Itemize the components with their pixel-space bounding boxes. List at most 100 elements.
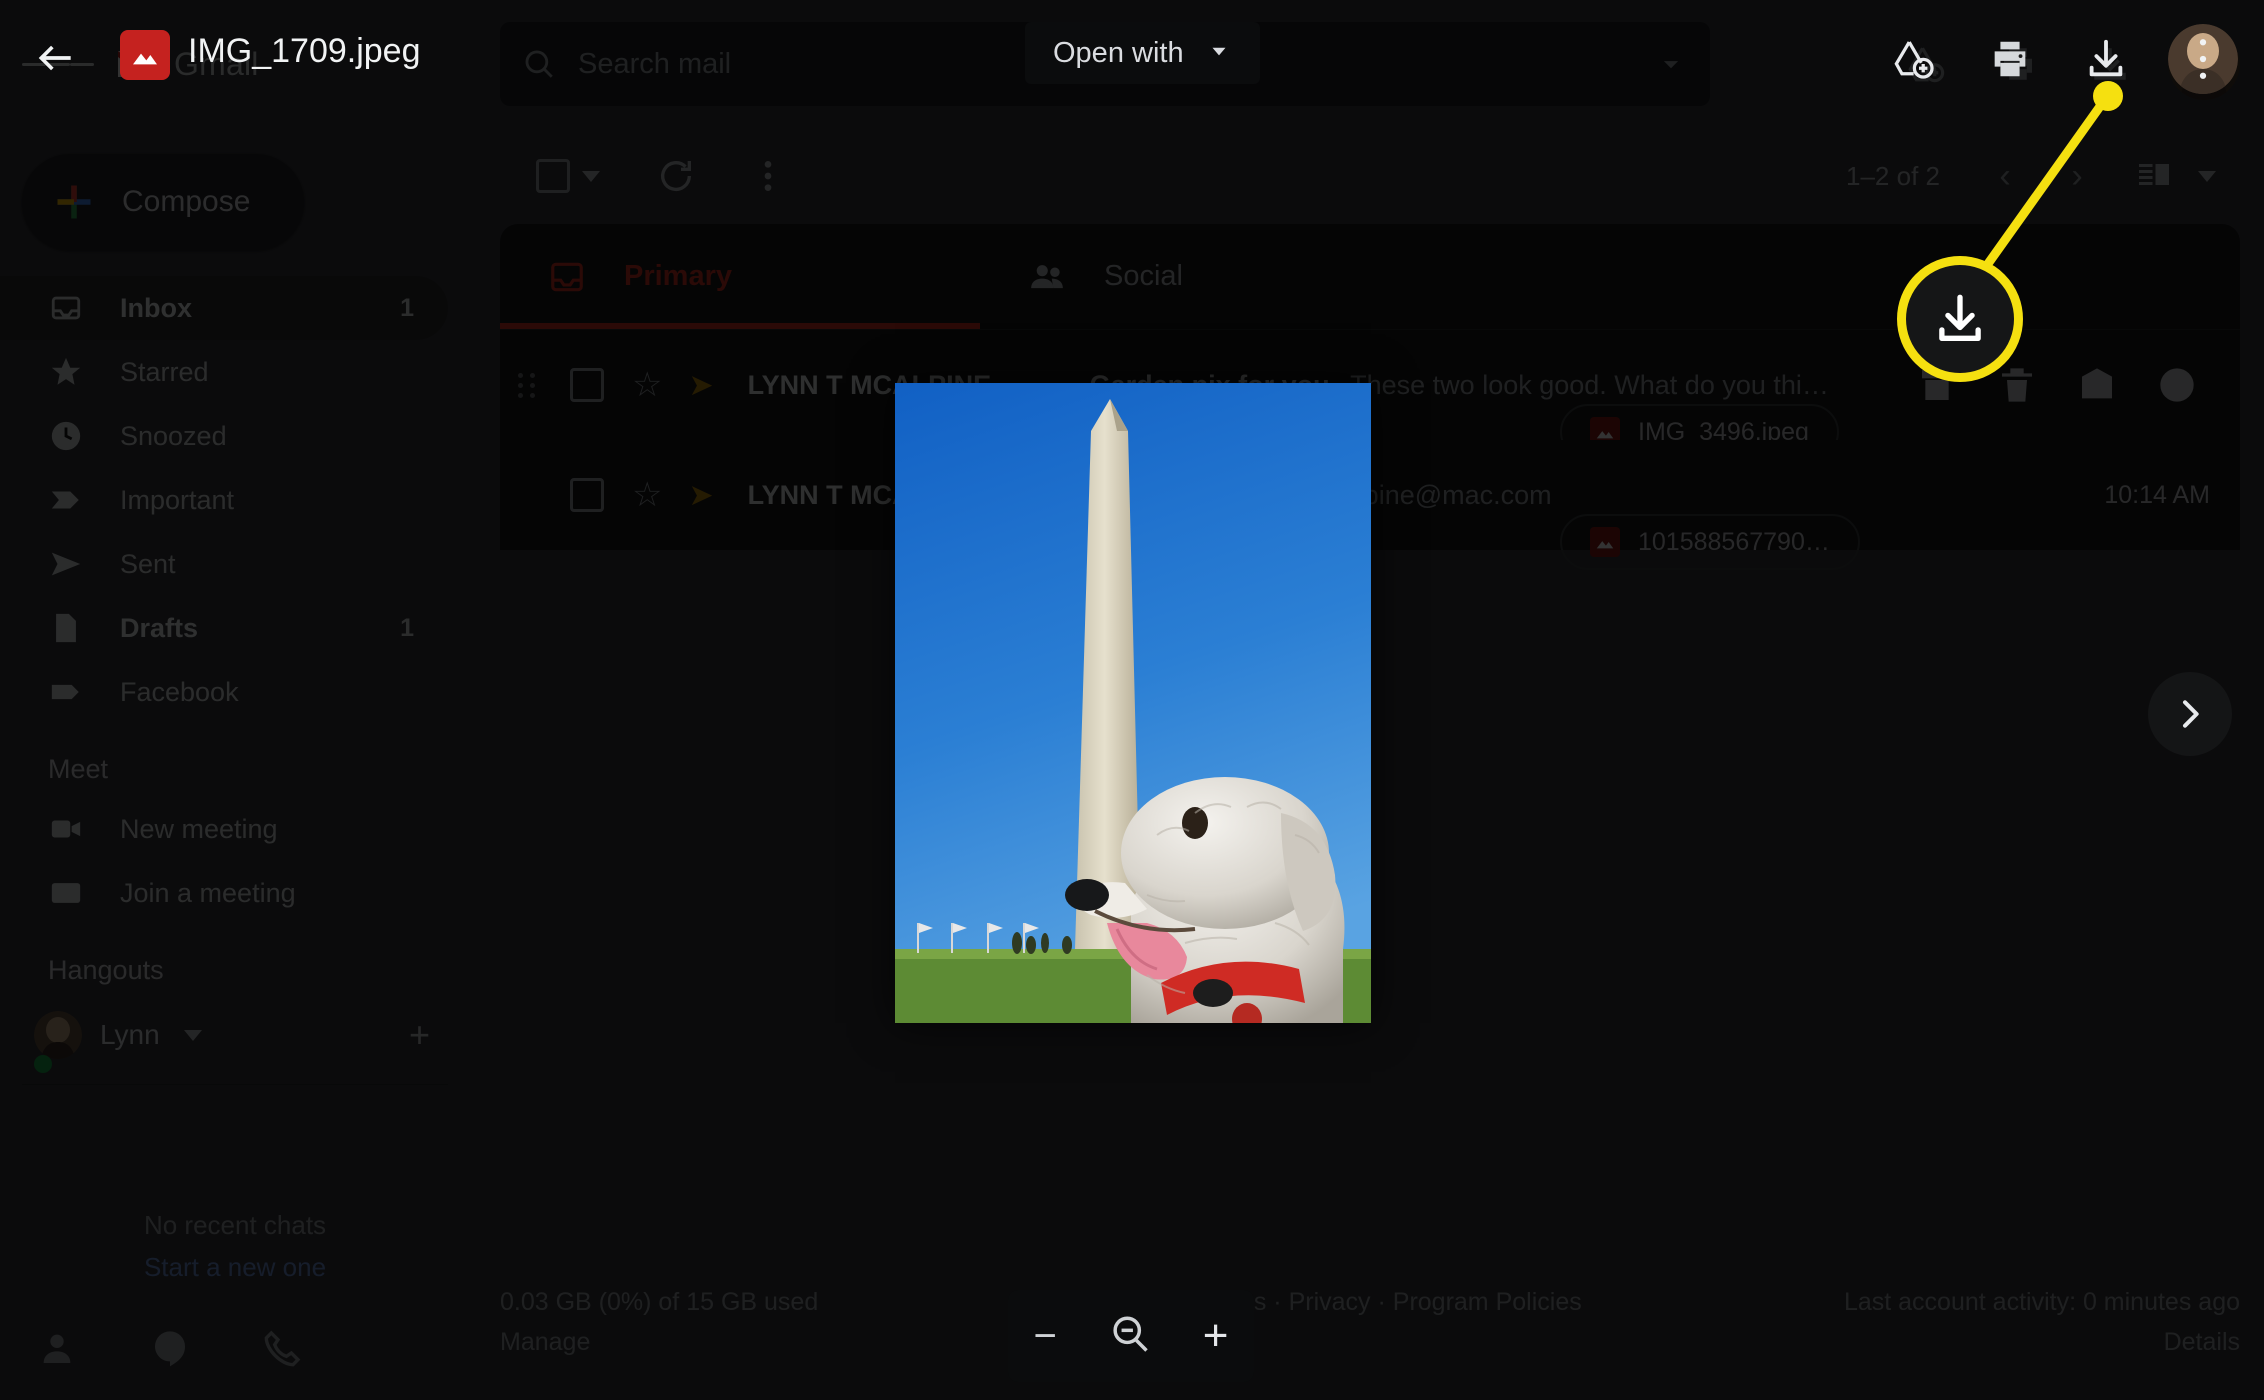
chevron-down-icon[interactable] [582,170,600,182]
video-camera-icon [48,811,84,847]
chevron-right-icon[interactable]: › [2052,157,2102,196]
image-file-icon [1590,527,1620,557]
hangouts-add-button[interactable]: + [409,1014,430,1056]
open-with-button[interactable]: Open with [1025,22,1260,84]
message-subject: pics [1089,479,1144,510]
hangouts-user-name: Lynn [100,1019,160,1050]
gmail-logo-text: Gmail [174,45,259,82]
footer-separator-2: · [1377,1288,1393,1316]
archive-icon[interactable] [1914,362,1960,408]
row-hover-actions [1914,362,2200,408]
manage-storage-link[interactable]: Manage [500,1328,590,1356]
download-icon[interactable] [2072,25,2140,93]
search-options-icon[interactable] [1654,47,1688,81]
footer: 0.03 GB (0%) of 15 GB used Manage Terms … [500,1282,2240,1374]
sidebar-item-count: 1 [400,613,414,642]
chevron-down-icon [1206,38,1232,69]
avatar[interactable] [2168,24,2238,94]
plus-icon [57,185,91,219]
zoom-out-button[interactable]: − [1033,1316,1056,1356]
viewer-actions [1880,12,2238,106]
list-more-options-button[interactable] [736,144,800,208]
sidebar-item-label: Facebook [120,676,239,707]
attachment-chip[interactable]: 101588567790… [1560,514,1860,570]
add-to-drive-icon[interactable] [1880,25,1948,93]
sidebar-item-label: Join a meeting [120,877,296,908]
tab-social[interactable]: Social [980,224,1460,329]
sidebar-item-starred[interactable]: Starred [0,340,448,404]
back-arrow-icon[interactable] [34,36,78,80]
next-attachment-button[interactable] [2148,672,2232,756]
tab-primary[interactable]: Primary [500,224,980,329]
sidebar-item-new-meeting[interactable]: New meeting [0,797,448,861]
sidebar-bottom-icons [0,1310,340,1390]
draft-icon [48,610,84,646]
pagination: 1–2 of 2 ‹ › [1846,157,2216,196]
star-icon[interactable]: ☆ [632,475,662,515]
checkbox-icon[interactable] [536,159,570,193]
next-arrow-icon [2183,700,2199,728]
delete-icon[interactable] [1994,362,2040,408]
row-checkbox[interactable] [570,478,604,512]
sidebar-item-label: Sent [120,548,176,579]
select-all-control[interactable] [536,159,600,193]
label-important-icon[interactable]: ➤ [688,478,713,513]
table-row[interactable]: ☆ ➤ LYNN T MCALPINE Garden pix for you -… [500,330,2240,460]
sidebar-item-label: Drafts [120,612,199,643]
message-snippet: - LYNN lynn_mcalpine@mac.com [1148,479,1552,510]
people-icon [1031,264,1063,288]
sidebar-item-label: Starred [120,356,209,387]
row-checkbox[interactable] [570,368,604,402]
sidebar-item-important[interactable]: Important [0,468,448,532]
sidebar-item-snoozed[interactable]: Snoozed [0,404,448,468]
message-subject-wrap: pics - LYNN lynn_mcalpine@mac.com [1090,480,2020,511]
message-sender: LYNN T MCALPINE [747,369,992,400]
refresh-button[interactable] [644,144,708,208]
activity-details-link[interactable]: Details [2164,1328,2240,1356]
compose-label: Compose [122,185,251,218]
label-important-icon [48,482,84,518]
message-subject-wrap: Garden pix for you - These two look good… [1090,370,1914,401]
zoom-controls: − + [1008,1290,1254,1382]
star-icon[interactable]: ☆ [632,365,662,405]
message-sender: LYNN T MCALPINE [747,479,992,510]
privacy-link[interactable]: Privacy [1289,1288,1371,1316]
contacts-icon[interactable] [37,1328,77,1373]
hangouts-chat-icon[interactable] [150,1328,190,1373]
sidebar-item-count: 1 [400,293,414,322]
list-toolbar: 1–2 of 2 ‹ › [500,128,2240,224]
inbox-tab-icon [551,262,583,291]
sidebar-divider [22,1084,448,1085]
sidebar-item-inbox[interactable]: Inbox 1 [0,276,448,340]
sidebar-item-drafts[interactable]: Drafts 1 [0,596,448,660]
sidebar-item-sent[interactable]: Sent [0,532,448,596]
phone-icon[interactable] [263,1328,303,1373]
print-icon[interactable] [1976,25,2044,93]
label-important-icon[interactable]: ➤ [688,368,713,403]
start-new-chat-link[interactable]: Start a new one [0,1247,470,1289]
zoom-in-button[interactable]: + [1203,1313,1229,1358]
keyboard-icon [48,875,84,911]
hangouts-section-title: Hangouts [48,955,164,985]
snooze-icon[interactable] [2154,362,2200,408]
sidebar-item-facebook[interactable]: Facebook [0,660,448,724]
send-icon [48,546,84,582]
more-options-icon[interactable] [2190,36,2216,82]
sidebar-item-join-meeting[interactable]: Join a meeting [0,861,448,925]
split-pane-icon[interactable] [2136,158,2216,194]
mark-unread-icon[interactable] [2074,362,2120,408]
open-with-label: Open with [1053,36,1184,69]
label-icon [48,674,84,710]
sidebar-item-label: Inbox [120,292,192,323]
message-time: 10:14 AM [2104,480,2210,509]
drag-handle[interactable] [518,372,548,398]
program-policies-link[interactable]: Program Policies [1393,1288,1582,1316]
zoom-icon[interactable] [1108,1312,1152,1361]
hangouts-user[interactable]: Lynn + [0,998,470,1073]
chevron-left-icon[interactable]: ‹ [1980,157,2030,196]
compose-button[interactable]: Compose [22,154,304,250]
table-row[interactable]: ☆ ➤ LYNN T MCALPINE pics - LYNN lynn_mca… [500,440,2240,570]
message-subject: Garden pix for you [1089,369,1330,400]
footer-separator-1: · [1273,1288,1289,1316]
message-snippet: - These two look good. What do you thi… [1334,369,1829,400]
